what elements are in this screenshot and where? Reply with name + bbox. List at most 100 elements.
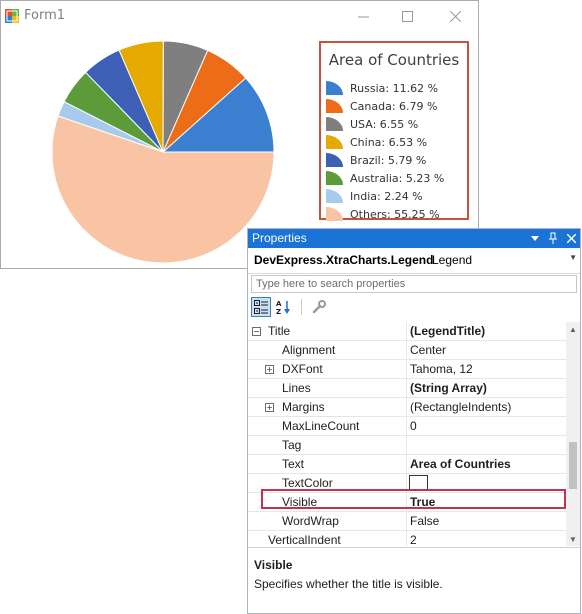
maximize-button[interactable]	[384, 1, 430, 31]
property-row[interactable]: TextColor	[248, 474, 566, 493]
chevron-down-icon: ▼	[569, 253, 577, 262]
legend-marker-icon	[326, 135, 343, 149]
property-name: WordWrap	[282, 514, 339, 528]
property-value[interactable]: (RectangleIndents)	[410, 400, 511, 414]
legend-item: USA: 6.55 %	[326, 115, 444, 133]
property-row[interactable]: Visible True	[248, 493, 566, 512]
window-position-dropdown-icon[interactable]	[529, 231, 541, 245]
legend-marker-icon	[326, 81, 343, 95]
legend-item-label: Canada: 6.79 %	[350, 99, 438, 113]
window-title: Form1	[24, 8, 66, 23]
properties-toolbar: A Z	[251, 296, 329, 318]
property-row[interactable]: + Margins (RectangleIndents)	[248, 398, 566, 417]
pie-chart[interactable]	[50, 39, 276, 265]
close-icon	[449, 10, 461, 22]
description-pane: Visible Specifies whether the title is v…	[248, 547, 580, 614]
sort-alphabetical-icon: A Z	[276, 300, 290, 315]
property-row[interactable]: WordWrap False	[248, 512, 566, 531]
legend-marker-icon	[326, 99, 343, 113]
property-value[interactable]: (LegendTitle)	[410, 324, 485, 338]
property-value[interactable]: Area of Countries	[410, 457, 511, 471]
property-value[interactable]: Tahoma, 12	[410, 362, 473, 376]
property-value[interactable]: (String Array)	[410, 381, 487, 395]
property-row[interactable]: Tag	[248, 436, 566, 455]
title-bar[interactable]: Form1	[1, 1, 478, 31]
property-row[interactable]: + DXFont Tahoma, 12	[248, 360, 566, 379]
legend-item-label: Others: 55.25 %	[350, 207, 440, 221]
legend-item: Brazil: 5.79 %	[326, 151, 444, 169]
expand-icon[interactable]: +	[265, 403, 274, 412]
chart-legend[interactable]: Area of Countries Russia: 11.62 % Canada…	[319, 41, 469, 223]
minimize-icon	[357, 16, 369, 17]
svg-text:Z: Z	[276, 308, 281, 315]
legend-item-label: Brazil: 5.79 %	[350, 153, 427, 167]
property-name: Text	[282, 457, 305, 471]
object-selector[interactable]: DevExpress.XtraCharts.Legend Legend ▼	[248, 248, 580, 274]
properties-header[interactable]: Properties	[248, 229, 580, 248]
legend-item: China: 6.53 %	[326, 133, 444, 151]
minimize-button[interactable]	[340, 1, 386, 31]
scrollbar-thumb[interactable]	[569, 442, 577, 489]
color-swatch[interactable]	[409, 475, 428, 491]
legend-marker-icon	[326, 207, 343, 221]
expand-icon[interactable]: +	[265, 365, 274, 374]
scroll-down-icon[interactable]: ▼	[566, 532, 580, 546]
property-value[interactable]: 0	[410, 419, 417, 433]
property-name: DXFont	[282, 362, 323, 376]
legend-item-label: Australia: 5.23 %	[350, 171, 445, 185]
toolbar-separator	[301, 299, 302, 315]
close-button[interactable]	[432, 1, 478, 31]
property-name: Alignment	[282, 343, 336, 357]
maximize-icon	[401, 10, 413, 22]
properties-title: Properties	[252, 231, 307, 245]
property-row[interactable]: VerticalIndent 2	[248, 531, 566, 546]
properties-panel: Properties DevExpress.XtraCharts.Legend …	[247, 228, 581, 614]
legend-title: Area of Countries	[328, 51, 460, 69]
property-value[interactable]: 2	[410, 533, 417, 546]
collapse-icon[interactable]: −	[252, 327, 261, 336]
categorized-view-button[interactable]	[251, 297, 271, 317]
legend-marker-icon	[326, 189, 343, 203]
windows-forms-app-icon	[5, 9, 19, 23]
legend-item: Canada: 6.79 %	[326, 97, 444, 115]
legend-item-label: Russia: 11.62 %	[350, 81, 439, 95]
categorized-icon	[254, 300, 268, 314]
auto-hide-pin-icon[interactable]	[547, 231, 559, 245]
legend-item: Australia: 5.23 %	[326, 169, 444, 187]
property-row[interactable]: Text Area of Countries	[248, 455, 566, 474]
alphabetical-view-button[interactable]: A Z	[274, 297, 294, 317]
property-name: Visible	[282, 495, 318, 509]
description-text: Specifies whether the title is visible.	[254, 577, 443, 591]
legend-item-label: India: 2.24 %	[350, 189, 423, 203]
property-row[interactable]: Alignment Center	[248, 341, 566, 360]
property-name: VerticalIndent	[268, 533, 341, 546]
property-name: TextColor	[282, 476, 333, 490]
legend-item: Others: 55.25 %	[326, 205, 444, 223]
description-title: Visible	[254, 558, 293, 572]
wrench-icon	[312, 300, 326, 314]
property-value[interactable]: False	[410, 514, 439, 528]
property-name: Title	[268, 324, 291, 338]
property-name: Tag	[282, 438, 302, 452]
legend-item: India: 2.24 %	[326, 187, 444, 205]
property-row[interactable]: Lines (String Array)	[248, 379, 566, 398]
property-pages-button[interactable]	[309, 297, 329, 317]
object-type: DevExpress.XtraCharts.Legend	[254, 253, 434, 267]
property-value[interactable]: True	[410, 495, 435, 509]
property-row[interactable]: MaxLineCount 0	[248, 417, 566, 436]
property-grid[interactable]: − Title (LegendTitle) Alignment Center + DXFon…	[248, 322, 566, 546]
property-value[interactable]: Center	[410, 343, 446, 357]
property-name: Margins	[282, 400, 325, 414]
legend-item-label: China: 6.53 %	[350, 135, 428, 149]
legend-marker-icon	[326, 153, 343, 167]
property-name: MaxLineCount	[282, 419, 360, 433]
legend-item: Russia: 11.62 %	[326, 79, 444, 97]
close-panel-icon[interactable]	[565, 231, 577, 245]
legend-item-label: USA: 6.55 %	[350, 117, 419, 131]
search-properties-input[interactable]: Type here to search properties	[251, 275, 577, 293]
property-name: Lines	[282, 381, 311, 395]
scroll-up-icon[interactable]: ▲	[566, 322, 580, 336]
property-row[interactable]: − Title (LegendTitle)	[248, 322, 566, 341]
property-grid-scrollbar[interactable]: ▲ ▼	[566, 322, 580, 546]
legend-marker-icon	[326, 171, 343, 185]
